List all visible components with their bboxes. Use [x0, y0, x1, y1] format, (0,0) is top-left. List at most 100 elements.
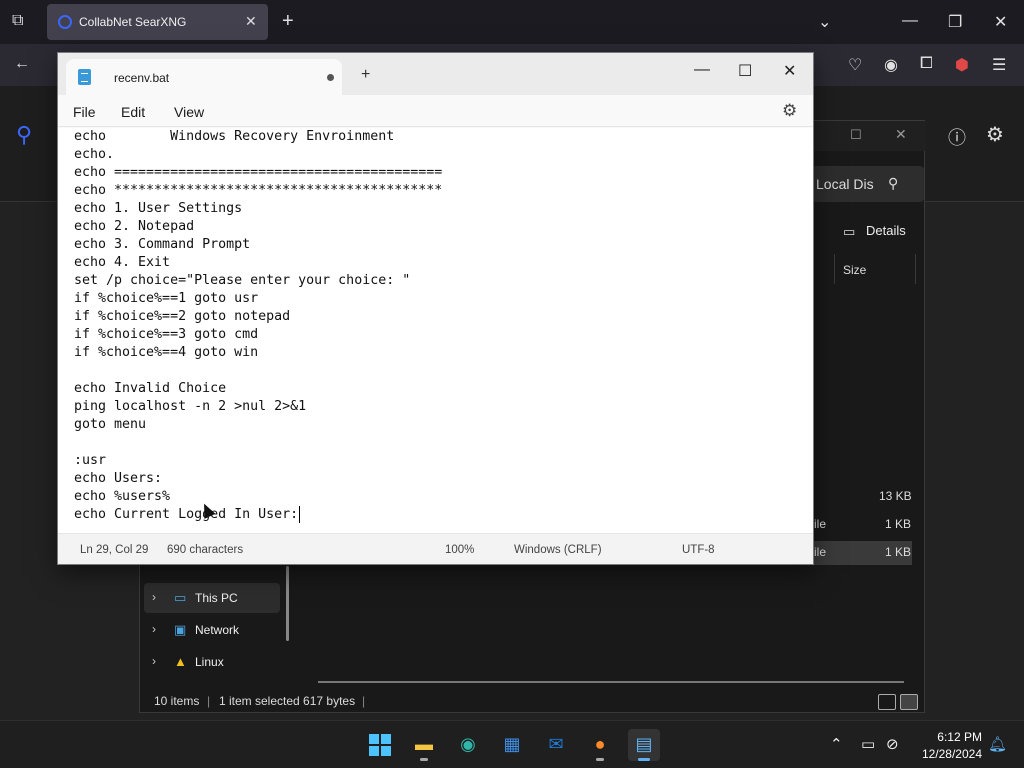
code-line: set /p choice="Please enter your choice:… — [74, 273, 411, 288]
taskbar-outlook[interactable]: ✉ — [540, 729, 572, 761]
tiles-view-icon[interactable] — [900, 694, 918, 710]
menu-view[interactable]: View — [174, 104, 204, 120]
search-icon: ⚲ — [888, 175, 899, 191]
extensions-icon[interactable]: ⧠ — [920, 55, 933, 73]
network-status-icon[interactable]: ▭ — [861, 735, 875, 753]
close-icon[interactable]: ✕ — [783, 61, 796, 81]
chevron-right-icon[interactable]: › — [152, 590, 156, 604]
new-tab-button[interactable]: + — [282, 10, 294, 33]
close-icon[interactable]: ✕ — [994, 12, 1007, 32]
clock-time[interactable]: 6:12 PM — [932, 730, 982, 744]
nav-item-label: This PC — [195, 591, 238, 605]
line-ending[interactable]: Windows (CRLF) — [514, 544, 602, 556]
back-arrow-icon[interactable]: ← — [14, 55, 30, 73]
taskbar-firefox[interactable]: ● — [584, 729, 616, 761]
explorer-search-box[interactable]: Local Dis ⚲ — [808, 166, 924, 202]
clock-date[interactable]: 12/28/2024 — [918, 747, 982, 761]
linux-penguin-icon: ▲ — [174, 654, 187, 669]
size-column-header[interactable]: Size — [834, 254, 916, 284]
network-icon: ▣ — [174, 622, 187, 637]
selection-info: 1 item selected 617 bytes — [219, 694, 356, 708]
chevron-right-icon[interactable]: › — [152, 654, 156, 668]
tab-list-icon[interactable]: ⧉ — [12, 12, 23, 30]
horizontal-scrollbar[interactable] — [318, 681, 904, 683]
chevron-right-icon[interactable]: › — [152, 622, 156, 636]
pocket-icon[interactable]: ♡ — [848, 55, 862, 75]
minimize-icon[interactable]: — — [902, 12, 918, 30]
character-count: 690 characters — [167, 544, 244, 556]
ublock-icon[interactable]: ⬢ — [955, 55, 969, 75]
minimize-icon[interactable]: — — [694, 61, 710, 79]
taskbar-edge[interactable]: ◉ — [452, 729, 484, 761]
notepad-settings-gear-icon[interactable]: ⚙ — [782, 101, 797, 121]
notepad-window: recenv.bat + — ☐ ✕ File Edit View ⚙ echo… — [57, 52, 814, 565]
code-line: if %choice%==1 goto usr — [74, 291, 259, 306]
size-header-label: Size — [843, 263, 867, 277]
code-line: if %choice%==2 goto notepad — [74, 309, 291, 324]
maximize-icon[interactable]: ☐ — [738, 61, 752, 81]
taskbar-notepad[interactable]: ▤ — [628, 729, 660, 761]
explorer-status-bar: 10 items | 1 item selected 617 bytes | — [140, 687, 926, 714]
notepad-tab-title: recenv.bat — [114, 71, 170, 85]
close-icon[interactable]: ✕ — [895, 126, 907, 143]
status-divider: | — [207, 694, 211, 708]
code-line: echo ***********************************… — [74, 183, 443, 198]
menu-edit[interactable]: Edit — [121, 104, 145, 120]
notepad-tab[interactable]: recenv.bat — [66, 59, 342, 95]
menu-file[interactable]: File — [73, 104, 96, 120]
code-line: if %choice%==4 goto win — [74, 345, 259, 360]
settings-gear-icon[interactable]: ⚙ — [986, 122, 1004, 147]
taskbar-file-explorer[interactable]: ▬ — [408, 729, 440, 761]
zoom-level[interactable]: 100% — [445, 544, 474, 556]
details-view-icon[interactable] — [878, 694, 896, 710]
notepad-file-icon — [78, 69, 91, 85]
code-line: echo 1. User Settings — [74, 201, 243, 216]
details-pane-icon: ▭ — [843, 224, 856, 239]
encoding[interactable]: UTF-8 — [682, 544, 715, 556]
running-indicator — [420, 758, 428, 761]
restore-icon[interactable]: ❐ — [948, 12, 962, 32]
nav-item-linux[interactable]: › ▲ Linux — [144, 647, 280, 677]
search-icon[interactable]: ⚲ — [16, 122, 32, 148]
browser-tab[interactable]: CollabNet SearXNG ✕ — [47, 4, 268, 40]
taskbar-store[interactable]: ▦ — [496, 729, 528, 761]
browser-tab-close-icon[interactable]: ✕ — [245, 13, 257, 30]
item-count: 10 items — [154, 694, 200, 708]
account-icon[interactable]: ◉ — [884, 55, 898, 75]
nav-item-label: Linux — [195, 655, 224, 669]
outlook-icon: ✉ — [548, 734, 564, 754]
notepad-icon: ▤ — [635, 734, 653, 754]
start-button[interactable] — [364, 729, 396, 761]
maximize-icon[interactable]: ☐ — [850, 127, 862, 143]
notepad-text-editor[interactable]: echo Windows Recovery Envroinment echo. … — [58, 128, 813, 533]
explorer-navigation-pane: › ▭ This PC › ▣ Network › ▲ Linux — [140, 569, 300, 679]
firefox-icon: ● — [594, 734, 606, 754]
folder-icon: ▬ — [415, 734, 433, 754]
info-icon[interactable]: ⓘ — [948, 124, 966, 150]
code-line: echo. — [74, 147, 115, 162]
computer-icon: ▭ — [174, 590, 187, 605]
unsaved-indicator-icon[interactable] — [327, 74, 334, 81]
running-indicator — [596, 758, 604, 761]
menu-icon[interactable]: ☰ — [992, 55, 1006, 75]
chevron-up-icon[interactable]: ⌃ — [830, 735, 843, 753]
chevron-down-icon[interactable]: ⌄ — [818, 12, 831, 32]
details-button[interactable]: Details — [866, 223, 906, 238]
windows-logo-icon — [369, 734, 391, 756]
code-line: echo Current Logged In User: — [74, 507, 299, 522]
notification-bell-icon[interactable]: 🔔︎ — [988, 735, 1007, 753]
file-size: 13 KB — [879, 489, 912, 503]
taskbar: ▬ ◉ ▦ ✉ ● ▤ ⌃ ▭ ⊘ 6:12 PM 12/28/2024 🔔︎ — [0, 720, 1024, 768]
code-line: echo 3. Command Prompt — [74, 237, 251, 252]
code-line: echo ===================================… — [74, 165, 443, 180]
notepad-new-tab-button[interactable]: + — [361, 66, 370, 84]
nav-item-network[interactable]: › ▣ Network — [144, 615, 280, 645]
code-line: echo Windows Recovery Envroinment — [74, 129, 395, 144]
nav-item-this-pc[interactable]: › ▭ This PC — [144, 583, 280, 613]
volume-muted-icon[interactable]: ⊘ — [886, 735, 899, 753]
nav-scrollbar[interactable] — [286, 566, 289, 641]
code-line: if %choice%==3 goto cmd — [74, 327, 259, 342]
file-size: 1 KB — [885, 517, 912, 531]
code-line: echo %users% — [74, 489, 171, 504]
selected-file-row[interactable]: ile 1 KB — [814, 541, 912, 565]
